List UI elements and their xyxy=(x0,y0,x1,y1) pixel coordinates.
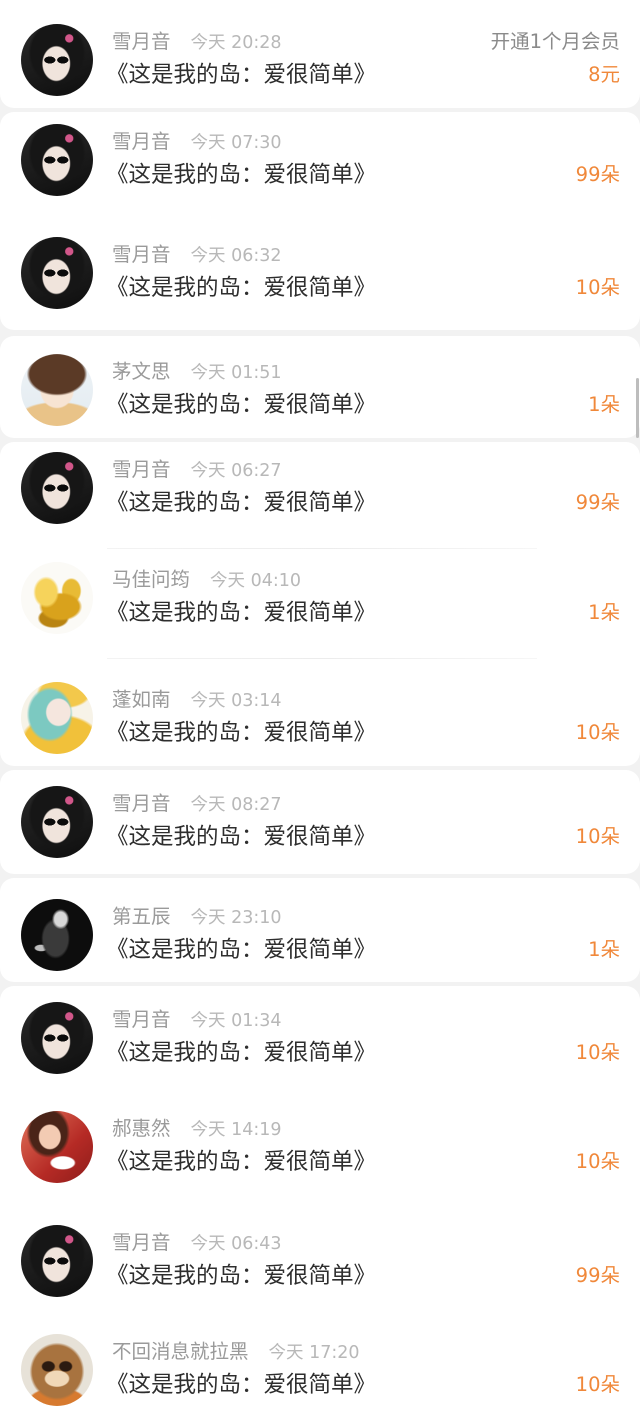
gift-amount: 1朵 xyxy=(588,601,620,624)
gift-amount: 1朵 xyxy=(588,938,620,961)
list-item[interactable]: 不回消息就拉黑 今天 17:20 《这是我的岛：爱很简单》 10朵 xyxy=(0,1320,640,1420)
item-meta: 马佳问筠 今天 04:10 xyxy=(112,568,301,592)
avatar[interactable] xyxy=(21,237,93,309)
timestamp: 今天 14:19 xyxy=(190,1120,282,1140)
list-item[interactable]: 雪月音 今天 07:30 《这是我的岛：爱很简单》 99朵 xyxy=(0,110,640,210)
item-title: 《这是我的岛：爱很简单》 xyxy=(106,62,377,88)
item-title: 《这是我的岛：爱很简单》 xyxy=(106,275,377,301)
list-item[interactable]: 郝惠然 今天 14:19 《这是我的岛：爱很简单》 10朵 xyxy=(0,1097,640,1197)
user-name[interactable]: 雪月音 xyxy=(112,243,171,266)
list-item[interactable]: 雪月音 今天 06:43 《这是我的岛：爱很简单》 99朵 xyxy=(0,1211,640,1311)
timestamp: 今天 08:27 xyxy=(190,795,282,815)
gift-amount: 99朵 xyxy=(575,491,620,514)
item-meta: 郝惠然 今天 14:19 xyxy=(112,1117,282,1141)
timestamp: 今天 03:14 xyxy=(190,691,282,711)
item-meta: 雪月音 今天 20:28 xyxy=(112,30,282,54)
user-name[interactable]: 雪月音 xyxy=(112,1231,171,1254)
timestamp: 今天 23:10 xyxy=(190,908,282,928)
timestamp: 今天 06:43 xyxy=(190,1234,282,1254)
user-name[interactable]: 不回消息就拉黑 xyxy=(112,1340,249,1363)
gift-amount: 10朵 xyxy=(575,1373,620,1396)
item-meta: 雪月音 今天 01:34 xyxy=(112,1008,282,1032)
avatar[interactable] xyxy=(21,1225,93,1297)
avatar[interactable] xyxy=(21,24,93,96)
timestamp: 今天 17:20 xyxy=(268,1343,360,1363)
item-title: 《这是我的岛：爱很简单》 xyxy=(106,1372,377,1398)
item-title: 《这是我的岛：爱很简单》 xyxy=(106,1149,377,1175)
user-name[interactable]: 雪月音 xyxy=(112,130,171,153)
gift-amount: 10朵 xyxy=(575,1041,620,1064)
gift-amount: 1朵 xyxy=(588,393,620,416)
user-name[interactable]: 郝惠然 xyxy=(112,1117,171,1140)
avatar[interactable] xyxy=(21,124,93,196)
list-item[interactable]: 雪月音 今天 06:27 《这是我的岛：爱很简单》 99朵 xyxy=(0,438,640,538)
user-name[interactable]: 雪月音 xyxy=(112,458,171,481)
avatar[interactable] xyxy=(21,786,93,858)
item-meta: 蓬如南 今天 03:14 xyxy=(112,688,282,712)
item-meta: 雪月音 今天 06:43 xyxy=(112,1231,282,1255)
user-name[interactable]: 马佳问筠 xyxy=(112,568,190,591)
avatar[interactable] xyxy=(21,682,93,754)
gift-amount: 99朵 xyxy=(575,1264,620,1287)
avatar[interactable] xyxy=(21,354,93,426)
item-meta: 雪月音 今天 06:32 xyxy=(112,243,282,267)
item-meta: 雪月音 今天 06:27 xyxy=(112,458,282,482)
item-title: 《这是我的岛：爱很简单》 xyxy=(106,1263,377,1289)
item-title: 《这是我的岛：爱很简单》 xyxy=(106,720,377,746)
timestamp: 今天 04:10 xyxy=(210,571,302,591)
item-meta: 茅文思 今天 01:51 xyxy=(112,360,282,384)
item-meta: 不回消息就拉黑 今天 17:20 xyxy=(112,1340,360,1364)
timestamp: 今天 06:27 xyxy=(190,461,282,481)
timestamp: 今天 06:32 xyxy=(190,246,282,266)
item-meta: 雪月音 今天 08:27 xyxy=(112,792,282,816)
user-name[interactable]: 雪月音 xyxy=(112,1008,171,1031)
list-item[interactable]: 雪月音 今天 08:27 《这是我的岛：爱很简单》 10朵 xyxy=(0,772,640,872)
list-item[interactable]: 第五辰 今天 23:10 《这是我的岛：爱很简单》 1朵 xyxy=(0,885,640,985)
gift-amount: 10朵 xyxy=(575,721,620,744)
avatar[interactable] xyxy=(21,562,93,634)
item-meta: 雪月音 今天 07:30 xyxy=(112,130,282,154)
item-title: 《这是我的岛：爱很简单》 xyxy=(106,162,377,188)
avatar[interactable] xyxy=(21,899,93,971)
item-title: 《这是我的岛：爱很简单》 xyxy=(106,824,377,850)
gift-record-list[interactable]: 雪月音 今天 20:28 开通1个月会员 《这是我的岛：爱很简单》 8元 雪月音今… xyxy=(0,0,640,1423)
gift-amount: 10朵 xyxy=(575,276,620,299)
list-item[interactable]: 马佳问筠 今天 04:10 《这是我的岛：爱很简单》 1朵 xyxy=(0,548,640,648)
avatar[interactable] xyxy=(21,1334,93,1406)
gift-amount: 8元 xyxy=(588,63,620,86)
item-title: 《这是我的岛：爱很简单》 xyxy=(106,600,377,626)
list-item[interactable]: 雪月音 今天 06:32 《这是我的岛：爱很简单》 10朵 xyxy=(0,223,640,323)
avatar[interactable] xyxy=(21,1002,93,1074)
timestamp: 今天 20:28 xyxy=(190,33,282,53)
item-meta: 第五辰 今天 23:10 xyxy=(112,905,282,929)
item-title: 《这是我的岛：爱很简单》 xyxy=(106,937,377,963)
gift-amount: 10朵 xyxy=(575,1150,620,1173)
gift-amount: 99朵 xyxy=(575,163,620,186)
avatar[interactable] xyxy=(21,1111,93,1183)
gift-amount: 10朵 xyxy=(575,825,620,848)
timestamp: 今天 07:30 xyxy=(190,133,282,153)
list-item[interactable]: 雪月音 今天 01:34 《这是我的岛：爱很简单》 10朵 xyxy=(0,988,640,1088)
user-name[interactable]: 雪月音 xyxy=(112,792,171,815)
user-name[interactable]: 茅文思 xyxy=(112,360,171,383)
list-item[interactable]: 茅文思 今天 01:51 《这是我的岛：爱很简单》 1朵 xyxy=(0,340,640,440)
avatar[interactable] xyxy=(21,452,93,524)
membership-note: 开通1个月会员 xyxy=(490,30,620,53)
item-title: 《这是我的岛：爱很简单》 xyxy=(106,392,377,418)
timestamp: 今天 01:51 xyxy=(190,363,282,383)
user-name[interactable]: 雪月音 xyxy=(112,30,171,53)
timestamp: 今天 01:34 xyxy=(190,1011,282,1031)
item-title: 《这是我的岛：爱很简单》 xyxy=(106,490,377,516)
scrollbar[interactable] xyxy=(636,378,639,438)
list-item[interactable]: 雪月音 今天 20:28 开通1个月会员 《这是我的岛：爱很简单》 8元 xyxy=(0,10,640,110)
item-title: 《这是我的岛：爱很简单》 xyxy=(106,1040,377,1066)
divider xyxy=(107,658,537,659)
list-item[interactable]: 蓬如南 今天 03:14 《这是我的岛：爱很简单》 10朵 xyxy=(0,668,640,768)
user-name[interactable]: 蓬如南 xyxy=(112,688,171,711)
user-name[interactable]: 第五辰 xyxy=(112,905,171,928)
